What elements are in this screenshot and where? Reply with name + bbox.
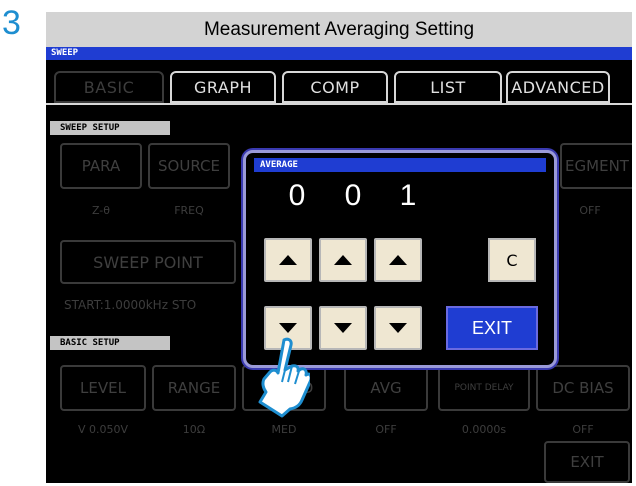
range-button[interactable]: RANGE bbox=[152, 365, 236, 411]
step-number: 3 bbox=[2, 4, 21, 42]
page-title: Measurement Averaging Setting bbox=[46, 12, 632, 47]
segment-value: OFF bbox=[579, 204, 601, 217]
popup-exit-button[interactable]: EXIT bbox=[446, 306, 538, 350]
level-button[interactable]: LEVEL bbox=[60, 365, 146, 411]
source-value: FREQ bbox=[174, 204, 204, 217]
tab-underline bbox=[46, 103, 632, 105]
dc-bias-value: OFF bbox=[572, 423, 594, 436]
tab-basic[interactable]: BASIC bbox=[54, 71, 164, 103]
status-bar: SWEEP bbox=[46, 47, 632, 60]
source-button[interactable]: SOURCE bbox=[148, 143, 230, 189]
sweep-point-button[interactable]: SWEEP POINT bbox=[60, 240, 236, 284]
digit-tens: 0 bbox=[344, 179, 362, 212]
tab-graph[interactable]: GRAPH bbox=[170, 71, 276, 103]
avg-value: OFF bbox=[375, 423, 397, 436]
clear-button[interactable]: C bbox=[488, 238, 536, 282]
device-screen: SWEEP BASIC GRAPH COMP LIST ADVANCED SWE… bbox=[46, 47, 632, 483]
popup-title: AVERAGE bbox=[254, 158, 546, 172]
level-value: V 0.050V bbox=[77, 423, 129, 436]
arrow-up-icon bbox=[279, 255, 297, 265]
speed-value: MED bbox=[271, 423, 297, 436]
decrement-ones-button[interactable] bbox=[374, 306, 422, 350]
arrow-up-icon bbox=[389, 255, 407, 265]
para-button[interactable]: PARA bbox=[60, 143, 142, 189]
increment-hundreds-button[interactable] bbox=[264, 238, 312, 282]
pointing-hand-icon bbox=[258, 337, 310, 418]
arrow-down-icon bbox=[334, 323, 352, 333]
sweep-setup-label: SWEEP SETUP bbox=[50, 121, 170, 135]
exit-button[interactable]: EXIT bbox=[544, 441, 630, 483]
sweep-start-text: START:1.0000kHz STO bbox=[64, 298, 197, 312]
basic-setup-label: BASIC SETUP bbox=[50, 336, 170, 350]
increment-ones-button[interactable] bbox=[374, 238, 422, 282]
dc-bias-button[interactable]: DC BIAS bbox=[536, 365, 630, 411]
avg-button[interactable]: AVG bbox=[344, 365, 428, 411]
increment-tens-button[interactable] bbox=[319, 238, 367, 282]
tab-list[interactable]: LIST bbox=[394, 71, 502, 103]
point-delay-value: 0.0000s bbox=[461, 423, 507, 436]
segment-button[interactable]: EGMENT bbox=[560, 143, 632, 189]
point-delay-button[interactable]: POINT DELAY bbox=[438, 365, 530, 411]
arrow-down-icon bbox=[389, 323, 407, 333]
arrow-up-icon bbox=[334, 255, 352, 265]
para-value: Z-θ bbox=[91, 204, 111, 217]
range-value: 10Ω bbox=[182, 423, 206, 436]
tab-advanced[interactable]: ADVANCED bbox=[506, 71, 610, 103]
arrow-down-icon bbox=[279, 323, 297, 333]
digit-ones: 1 bbox=[399, 179, 417, 212]
tab-comp[interactable]: COMP bbox=[282, 71, 388, 103]
digit-hundreds: 0 bbox=[288, 179, 306, 212]
decrement-tens-button[interactable] bbox=[319, 306, 367, 350]
